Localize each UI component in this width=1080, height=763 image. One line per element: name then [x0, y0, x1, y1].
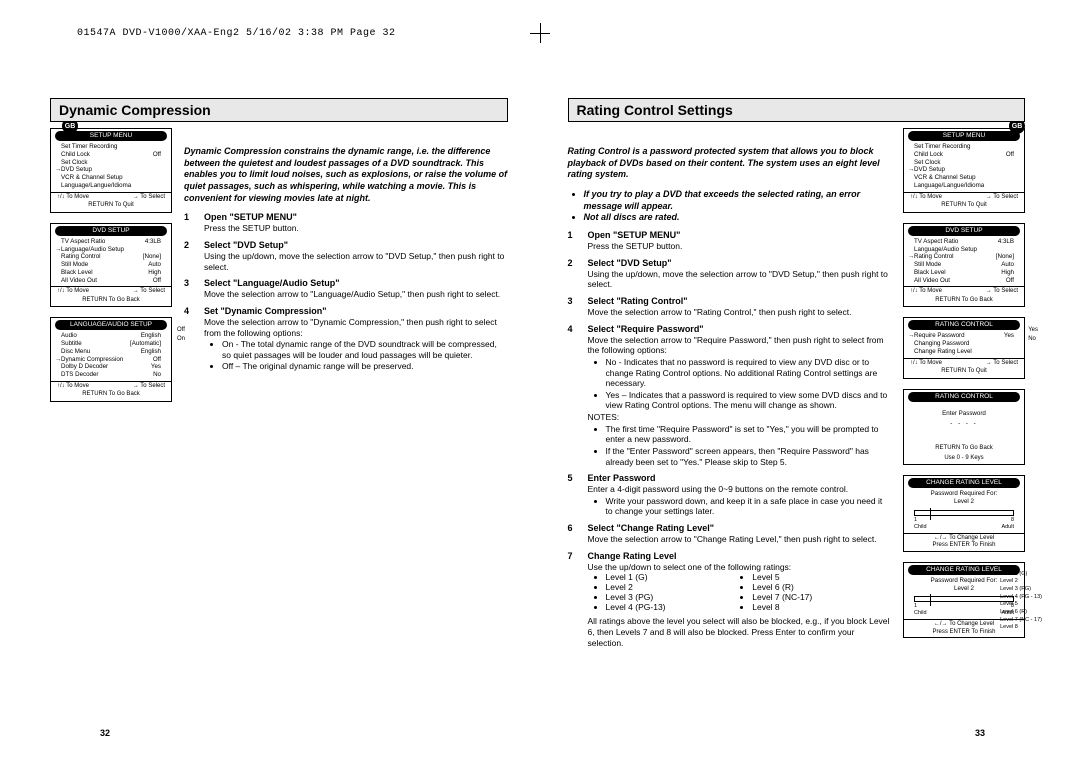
step-item: Set "Dynamic Compression" Move the selec… — [184, 306, 508, 372]
steps-list-left: Open "SETUP MENU" Press the SETUP button… — [184, 212, 508, 372]
left-sidebar-menus: SETUP MENU Set Timer RecordingChild Lock… — [50, 128, 172, 402]
step-item: Select "Rating Control" Move the selecti… — [568, 296, 892, 318]
osd-menu: RATING CONTROL Require PasswordYesChangi… — [903, 317, 1025, 378]
osd-menu: RATING CONTROL Enter Password- - - - RET… — [903, 389, 1025, 466]
osd-menu: CHANGE RATING LEVEL Password Required Fo… — [903, 475, 1025, 551]
intro-text: Dynamic Compression constrains the dynam… — [184, 146, 508, 204]
section-title-rating-control: Rating Control Settings — [568, 98, 1026, 122]
osd-menu: CHANGE RATING LEVEL Password Required Fo… — [903, 562, 1025, 638]
step-item: Select "DVD Setup" Using the up/down, mo… — [568, 258, 892, 290]
right-sidebar-menus: SETUP MENU Set Timer RecordingChild Lock… — [903, 128, 1025, 648]
print-header: 01547A DVD-V1000/XAA-Eng2 5/16/02 3:38 P… — [77, 28, 396, 39]
step-item: Select "Change Rating Level" Move the se… — [568, 523, 892, 545]
page-number-left: 32 — [100, 728, 110, 738]
osd-menu: SETUP MENU Set Timer RecordingChild Lock… — [50, 128, 172, 213]
step-item: Open "SETUP MENU" Press the SETUP button… — [568, 230, 892, 252]
intro-text: Rating Control is a password protected s… — [568, 146, 892, 181]
osd-menu: DVD SETUP TV Aspect Ratio4:3LBLanguage/A… — [903, 223, 1025, 308]
intro-bullets: If you try to play a DVD that exceeds th… — [568, 189, 892, 224]
step-item: Open "SETUP MENU" Press the SETUP button… — [184, 212, 508, 234]
osd-menu: SETUP MENU Set Timer RecordingChild Lock… — [903, 128, 1025, 213]
osd-menu: DVD SETUP TV Aspect Ratio4:3LBLanguage/A… — [50, 223, 172, 308]
step-item: Select "Language/Audio Setup" Move the s… — [184, 278, 508, 300]
section-title-dynamic-compression: Dynamic Compression — [50, 98, 508, 122]
step-item: Select "DVD Setup" Using the up/down, mo… — [184, 240, 508, 272]
step-item: Enter Password Enter a 4-digit password … — [568, 473, 892, 517]
step-item: Select "Require Password" Move the selec… — [568, 324, 892, 468]
step-item: Change Rating Level Use the up/down to s… — [568, 551, 892, 649]
osd-menu: LANGUAGE/AUDIO SETUP AudioEnglishSubtitl… — [50, 317, 172, 402]
steps-list-right: Open "SETUP MENU" Press the SETUP button… — [568, 230, 892, 648]
page-number-right: 33 — [975, 728, 985, 738]
